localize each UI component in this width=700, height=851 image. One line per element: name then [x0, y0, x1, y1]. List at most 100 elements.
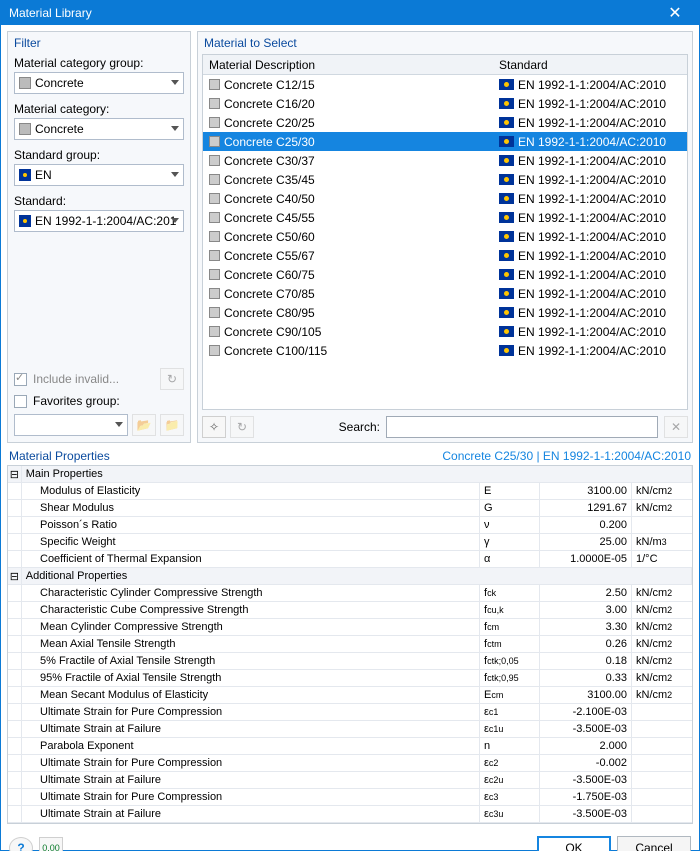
- chevron-down-icon: [171, 218, 179, 223]
- property-symbol: α: [480, 551, 540, 567]
- material-row[interactable]: Concrete C80/95EN 1992-1-1:2004/AC:2010: [203, 303, 687, 322]
- property-symbol: fctk;0,95: [480, 670, 540, 686]
- category-dropdown[interactable]: Concrete: [14, 118, 184, 140]
- filter-title: Filter: [10, 34, 188, 54]
- material-row[interactable]: Concrete C12/15EN 1992-1-1:2004/AC:2010: [203, 75, 687, 94]
- property-symbol: E: [480, 483, 540, 499]
- chevron-down-icon: [171, 80, 179, 85]
- ok-button[interactable]: OK: [537, 836, 611, 851]
- property-row[interactable]: Parabola Exponentn2.000: [8, 738, 692, 755]
- property-name: Shear Modulus: [22, 500, 480, 516]
- property-value: -3.500E-03: [540, 772, 632, 788]
- label-category-group: Material category group:: [14, 56, 184, 70]
- collapse-icon[interactable]: ⊟: [8, 466, 22, 482]
- clear-search-button[interactable]: ✕: [664, 416, 688, 438]
- property-row[interactable]: Shear ModulusG1291.67kN/cm2: [8, 500, 692, 517]
- property-name: Ultimate Strain at Failure: [22, 721, 480, 737]
- favorites-open-button[interactable]: 📁: [160, 414, 184, 436]
- standard-dropdown[interactable]: EN 1992-1-1:2004/AC:201: [14, 210, 184, 232]
- material-row[interactable]: Concrete C25/30EN 1992-1-1:2004/AC:2010: [203, 132, 687, 151]
- property-name: Ultimate Strain for Pure Compression: [22, 704, 480, 720]
- list-body[interactable]: Concrete C12/15EN 1992-1-1:2004/AC:2010C…: [203, 75, 687, 409]
- property-unit: 1/°C: [632, 551, 692, 567]
- material-row[interactable]: Concrete C35/45EN 1992-1-1:2004/AC:2010: [203, 170, 687, 189]
- cancel-button[interactable]: Cancel: [617, 836, 691, 851]
- material-icon: [209, 231, 220, 242]
- include-toggle-button[interactable]: ↻: [160, 368, 184, 390]
- property-unit: kN/m3: [632, 534, 692, 550]
- close-button[interactable]: ✕: [655, 1, 695, 25]
- property-row[interactable]: Specific Weightγ25.00kN/m3: [8, 534, 692, 551]
- standard-group-dropdown[interactable]: EN: [14, 164, 184, 186]
- col-standard[interactable]: Standard: [493, 58, 687, 72]
- eu-flag-icon: [499, 117, 514, 128]
- property-value: -2.100E-03: [540, 704, 632, 720]
- category-group-dropdown[interactable]: Concrete: [14, 72, 184, 94]
- material-std: EN 1992-1-1:2004/AC:2010: [518, 249, 666, 263]
- property-row[interactable]: Ultimate Strain for Pure Compressionεc3-…: [8, 789, 692, 806]
- material-row[interactable]: Concrete C60/75EN 1992-1-1:2004/AC:2010: [203, 265, 687, 284]
- units-button[interactable]: 0.00: [39, 837, 63, 851]
- property-row[interactable]: Ultimate Strain at Failureεc2u-3.500E-03: [8, 772, 692, 789]
- property-unit: kN/cm2: [632, 636, 692, 652]
- material-row[interactable]: Concrete C20/25EN 1992-1-1:2004/AC:2010: [203, 113, 687, 132]
- material-row[interactable]: Concrete C70/85EN 1992-1-1:2004/AC:2010: [203, 284, 687, 303]
- property-symbol: G: [480, 500, 540, 516]
- material-icon: [209, 174, 220, 185]
- include-invalid-checkbox[interactable]: [14, 373, 27, 386]
- material-desc: Concrete C40/50: [224, 192, 315, 206]
- material-row[interactable]: Concrete C90/105EN 1992-1-1:2004/AC:2010: [203, 322, 687, 341]
- search-input[interactable]: [386, 416, 658, 438]
- property-unit: kN/cm2: [632, 687, 692, 703]
- material-row[interactable]: Concrete C55/67EN 1992-1-1:2004/AC:2010: [203, 246, 687, 265]
- property-row[interactable]: Ultimate Strain for Pure Compressionεc1-…: [8, 704, 692, 721]
- category-value: Concrete: [35, 122, 179, 136]
- properties-grid[interactable]: ⊟Main PropertiesModulus of ElasticityE31…: [7, 465, 693, 824]
- property-row[interactable]: Ultimate Strain for Pure Compressionεc2-…: [8, 755, 692, 772]
- favorites-checkbox[interactable]: [14, 395, 27, 408]
- property-row[interactable]: 95% Fractile of Axial Tensile Strengthfc…: [8, 670, 692, 687]
- collapse-icon[interactable]: ⊟: [8, 568, 22, 584]
- property-value: 0.33: [540, 670, 632, 686]
- property-row[interactable]: Characteristic Cube Compressive Strength…: [8, 602, 692, 619]
- property-row[interactable]: Coefficient of Thermal Expansionα1.0000E…: [8, 551, 692, 568]
- material-icon: [209, 136, 220, 147]
- eu-flag-icon: [499, 155, 514, 166]
- label-standard: Standard:: [14, 194, 184, 208]
- window-title: Material Library: [9, 6, 655, 20]
- property-row[interactable]: Ultimate Strain at Failureεc1u-3.500E-03: [8, 721, 692, 738]
- property-row[interactable]: Mean Secant Modulus of ElasticityEcm3100…: [8, 687, 692, 704]
- property-row[interactable]: Mean Axial Tensile Strengthfctm0.26kN/cm…: [8, 636, 692, 653]
- copy-material-button[interactable]: ↻: [230, 416, 254, 438]
- favorites-new-button[interactable]: 📂: [132, 414, 156, 436]
- property-value: 3.00: [540, 602, 632, 618]
- property-section-header[interactable]: ⊟Main Properties: [8, 466, 692, 483]
- material-row[interactable]: Concrete C100/115EN 1992-1-1:2004/AC:201…: [203, 341, 687, 360]
- material-row[interactable]: Concrete C30/37EN 1992-1-1:2004/AC:2010: [203, 151, 687, 170]
- property-row[interactable]: Characteristic Cylinder Compressive Stre…: [8, 585, 692, 602]
- include-invalid-row: Include invalid... ↻: [14, 368, 184, 390]
- property-symbol: γ: [480, 534, 540, 550]
- material-row[interactable]: Concrete C45/55EN 1992-1-1:2004/AC:2010: [203, 208, 687, 227]
- property-row[interactable]: 5% Fractile of Axial Tensile Strengthfct…: [8, 653, 692, 670]
- col-description[interactable]: Material Description: [203, 58, 493, 72]
- material-std: EN 1992-1-1:2004/AC:2010: [518, 78, 666, 92]
- create-material-button[interactable]: ✧: [202, 416, 226, 438]
- material-row[interactable]: Concrete C50/60EN 1992-1-1:2004/AC:2010: [203, 227, 687, 246]
- chevron-down-icon: [171, 172, 179, 177]
- help-button[interactable]: ?: [9, 837, 33, 851]
- property-row[interactable]: Poisson´s Ratioν0.200: [8, 517, 692, 534]
- property-row[interactable]: Modulus of ElasticityE3100.00kN/cm2: [8, 483, 692, 500]
- material-row[interactable]: Concrete C40/50EN 1992-1-1:2004/AC:2010: [203, 189, 687, 208]
- material-list[interactable]: Material Description Standard Concrete C…: [202, 54, 688, 410]
- property-row[interactable]: Ultimate Strain at Failureεc3u-3.500E-03: [8, 806, 692, 823]
- eu-flag-icon: [499, 136, 514, 147]
- favorites-label: Favorites group:: [33, 394, 120, 408]
- material-std: EN 1992-1-1:2004/AC:2010: [518, 325, 666, 339]
- material-row[interactable]: Concrete C16/20EN 1992-1-1:2004/AC:2010: [203, 94, 687, 113]
- property-name: Modulus of Elasticity: [22, 483, 480, 499]
- favorites-dropdown[interactable]: [14, 414, 128, 436]
- property-section-header[interactable]: ⊟Additional Properties: [8, 568, 692, 585]
- property-unit: [632, 517, 692, 533]
- property-row[interactable]: Mean Cylinder Compressive Strengthfcm3.3…: [8, 619, 692, 636]
